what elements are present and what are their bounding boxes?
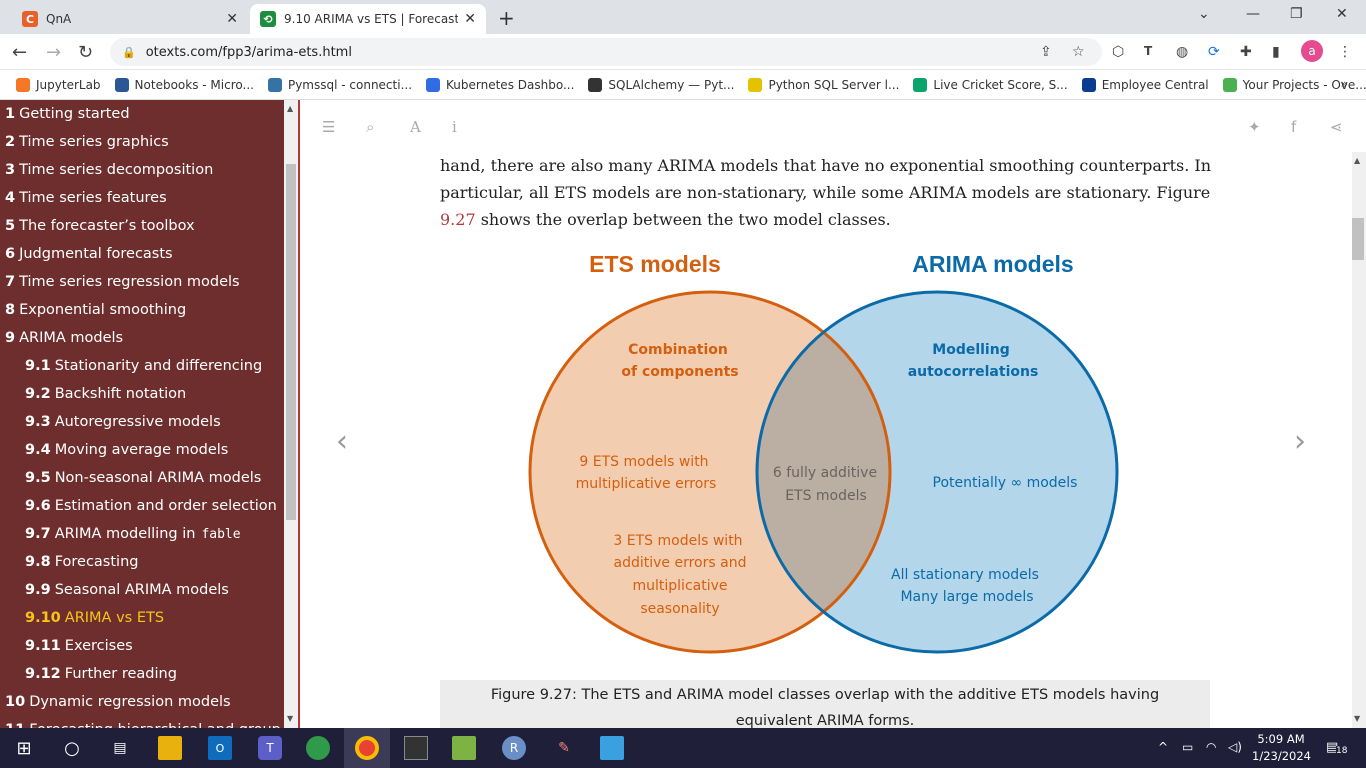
- caption-line: Figure 9.27: The ETS and ARIMA model cla…: [490, 687, 1160, 703]
- clock-time: 5:09 AM: [1257, 732, 1305, 746]
- r-studio-icon[interactable]: R: [502, 736, 526, 760]
- outlook-icon[interactable]: O: [208, 736, 232, 760]
- windows-start-icon[interactable]: ⊞: [12, 736, 36, 760]
- arima-title: ARIMA models: [912, 251, 1073, 277]
- remote-desktop-icon[interactable]: [600, 736, 624, 760]
- overlap-label-line: 6 fully additive: [773, 465, 877, 481]
- ets-heading-line: of components: [621, 364, 738, 380]
- ets-additive-line: seasonality: [640, 601, 719, 617]
- main-scroll-up-icon[interactable]: ▲: [1354, 156, 1360, 165]
- task-view-icon[interactable]: ▤: [108, 736, 132, 760]
- figure-caption: Figure 9.27: The ETS and ARIMA model cla…: [440, 680, 1210, 729]
- arima-stationary-line: Many large models: [900, 589, 1033, 605]
- show-hidden-icons-icon[interactable]: ^: [1158, 740, 1168, 754]
- terminal-icon[interactable]: [404, 736, 428, 760]
- arima-infinite-label: Potentially ∞ models: [933, 475, 1078, 491]
- wifi-icon[interactable]: ◠: [1206, 740, 1216, 754]
- file-explorer-icon[interactable]: [158, 736, 182, 760]
- overlap-label-line: ETS models: [785, 488, 867, 504]
- ets-title: ETS models: [589, 251, 721, 277]
- main-scrollbar-thumb[interactable]: [1352, 218, 1364, 260]
- edge-icon[interactable]: [306, 736, 330, 760]
- ets-multiplicative-line: multiplicative errors: [576, 476, 717, 492]
- arima-heading-line: autocorrelations: [908, 364, 1039, 380]
- ets-heading-line: Combination: [628, 342, 728, 358]
- system-clock[interactable]: 5:09 AM 1/23/2024: [1252, 731, 1311, 765]
- venn-figure: ETS models ARIMA models Combination of c…: [528, 251, 1119, 654]
- notification-count: 18: [1336, 746, 1348, 756]
- volume-icon[interactable]: ◁): [1228, 740, 1242, 754]
- ets-additive-line: additive errors and: [614, 555, 747, 571]
- previous-page-icon[interactable]: ‹: [336, 424, 348, 459]
- battery-icon[interactable]: ▭: [1182, 740, 1193, 754]
- taskbar-search-icon[interactable]: ○: [60, 736, 84, 760]
- clock-date: 1/23/2024: [1252, 749, 1311, 763]
- ets-additive-line: multiplicative: [633, 578, 728, 594]
- arima-stationary-line: All stationary models: [891, 567, 1039, 583]
- teams-icon[interactable]: T: [258, 736, 282, 760]
- paint-icon[interactable]: ✎: [552, 736, 576, 760]
- spreadsheet-icon[interactable]: [452, 736, 476, 760]
- ets-multiplicative-line: 9 ETS models with: [579, 454, 708, 470]
- chrome-icon[interactable]: [355, 736, 379, 760]
- main-scroll-down-icon[interactable]: ▼: [1354, 714, 1360, 723]
- windows-taskbar: ⊞ ○ ▤ O T R ✎ ^ ▭ ◠ ◁) 5:09 AM 1/23/2024…: [0, 728, 1366, 768]
- arima-heading-line: Modelling: [932, 342, 1009, 358]
- next-page-icon[interactable]: ›: [1294, 424, 1306, 459]
- ets-additive-line: 3 ETS models with: [613, 533, 742, 549]
